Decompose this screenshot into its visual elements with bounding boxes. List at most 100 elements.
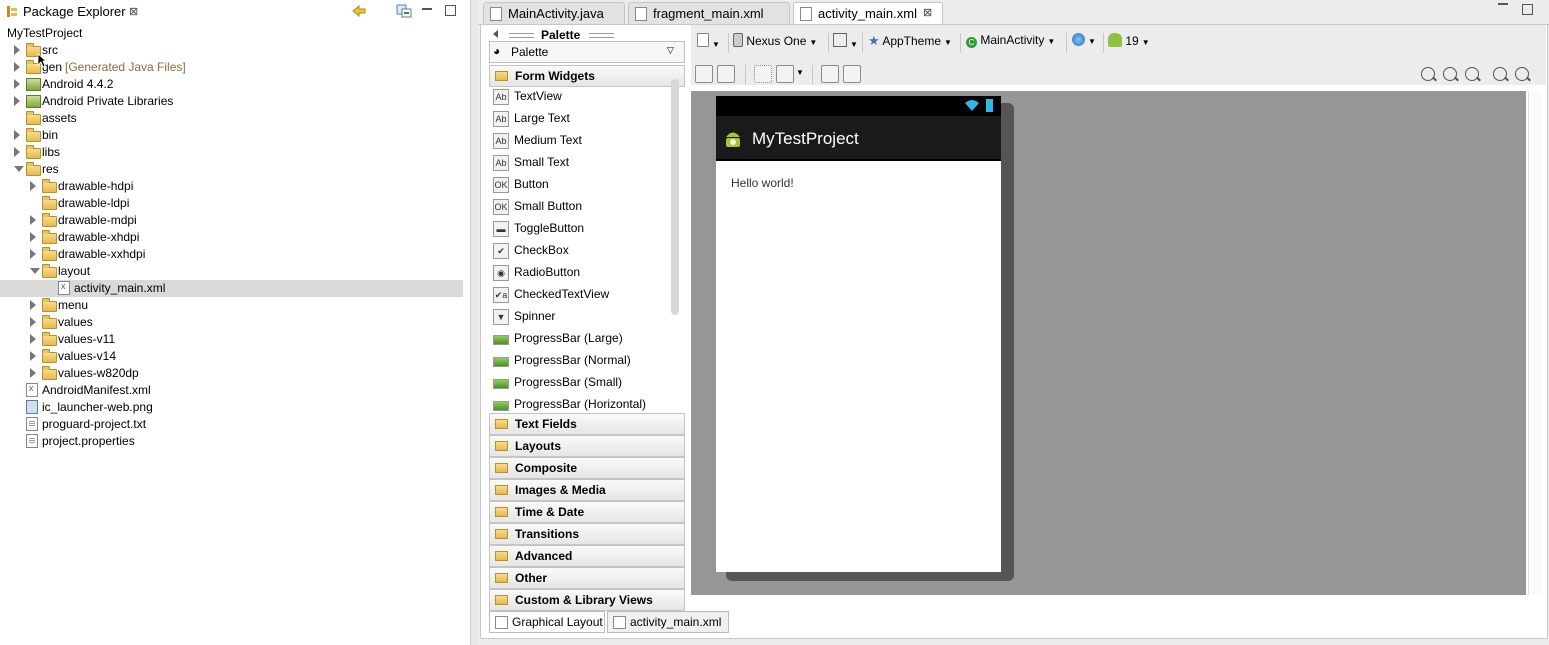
zoom-actual-icon[interactable] (1465, 67, 1479, 81)
tree-item[interactable]: Android Private Libraries (0, 93, 463, 110)
back-arrow-icon[interactable] (350, 3, 368, 19)
distribute-weights-icon[interactable] (776, 65, 794, 83)
palette-item[interactable]: ▬ ToggleButton (491, 218, 671, 240)
tree-item[interactable]: values-v14 (0, 348, 463, 365)
tree-item[interactable]: ic_launcher-web.png (0, 399, 463, 416)
minimize-icon[interactable] (1498, 3, 1508, 7)
tab-activity-main-xml[interactable]: activity_main.xml ⊠ (793, 2, 943, 25)
palette-item[interactable]: Ab Medium Text (491, 130, 671, 152)
device-dropdown[interactable]: Nexus One ▼ (733, 33, 817, 53)
palette-item[interactable]: ◉ RadioButton (491, 262, 671, 284)
palette-item[interactable]: OK Button (491, 174, 671, 196)
tree-item[interactable]: proguard-project.txt (0, 416, 463, 433)
tree-item[interactable]: drawable-ldpi (0, 195, 463, 212)
toggle-fill-width-icon[interactable] (695, 65, 713, 83)
zoom-emulate-icon[interactable] (1443, 67, 1457, 81)
collapsed-arrow-icon[interactable] (30, 334, 36, 344)
tree-item[interactable]: libs (0, 144, 463, 161)
tree-item[interactable]: activity_main.xml (0, 280, 463, 297)
collapsed-arrow-icon[interactable] (30, 249, 36, 259)
close-icon[interactable]: ⊠ (923, 6, 932, 19)
tree-item[interactable]: assets (0, 110, 463, 127)
tree-item[interactable]: drawable-xxhdpi (0, 246, 463, 263)
palette-item[interactable]: ProgressBar (Large) (491, 328, 671, 350)
hello-textview[interactable]: Hello world! (731, 176, 794, 190)
tab-graphical-layout[interactable]: Graphical Layout (489, 611, 605, 633)
expanded-arrow-icon[interactable] (30, 268, 40, 274)
orientation-dropdown[interactable]: ▼ (833, 33, 858, 53)
tree-item[interactable]: layout (0, 263, 463, 280)
palette-category[interactable]: Layouts (489, 435, 685, 457)
baseline-icon[interactable] (821, 65, 839, 83)
tree-item[interactable]: project.properties (0, 433, 463, 450)
palette-category[interactable]: Advanced (489, 545, 685, 567)
locale-dropdown[interactable]: ▼ (1072, 33, 1096, 53)
theme-dropdown[interactable]: ★ AppTheme ▼ (868, 33, 952, 53)
tree-item[interactable]: AndroidManifest.xml (0, 382, 463, 399)
maximize-icon[interactable] (445, 5, 456, 16)
link-with-editor-icon[interactable] (395, 3, 413, 19)
layout-canvas[interactable]: MyTestProject Hello world! (691, 91, 1526, 595)
toggle-fill-height-icon[interactable] (717, 65, 735, 83)
chevron-down-icon[interactable]: ▼ (796, 68, 804, 77)
tree-item[interactable]: values-v11 (0, 331, 463, 348)
palette-item[interactable]: ProgressBar (Normal) (491, 350, 671, 372)
tree-item[interactable]: values-w820dp (0, 365, 463, 382)
collapsed-arrow-icon[interactable] (14, 62, 20, 72)
activity-dropdown[interactable]: C MainActivity ▼ (966, 33, 1055, 53)
tab-xml-source[interactable]: activity_main.xml (607, 611, 729, 633)
tab-mainactivity-java[interactable]: MainActivity.java (483, 2, 625, 24)
collapsed-arrow-icon[interactable] (14, 96, 20, 106)
palette-item[interactable]: ✔ CheckBox (491, 240, 671, 262)
tree-item[interactable]: gen [Generated Java Files] (0, 59, 463, 76)
collapsed-arrow-icon[interactable] (30, 181, 36, 191)
palette-category[interactable]: Text Fields (489, 413, 685, 435)
tree-item[interactable]: Android 4.4.2 (0, 76, 463, 93)
zoom-in-icon[interactable] (1515, 67, 1529, 81)
collapsed-arrow-icon[interactable] (14, 45, 20, 55)
tree-item[interactable]: bin (0, 127, 463, 144)
palette-item[interactable]: Ab Large Text (491, 108, 671, 130)
center-icon[interactable] (843, 65, 861, 83)
palette-item[interactable]: ▼ Spinner (491, 306, 671, 328)
zoom-out-icon[interactable] (1493, 67, 1507, 81)
palette-category[interactable]: Composite (489, 457, 685, 479)
collapsed-arrow-icon[interactable] (30, 351, 36, 361)
palette-item[interactable]: ✔a CheckedTextView (491, 284, 671, 306)
palette-category-form-widgets[interactable]: Form Widgets (489, 65, 685, 87)
margins-icon[interactable] (754, 65, 772, 83)
canvas-scrollbar[interactable] (1528, 91, 1541, 595)
collapsed-arrow-icon[interactable] (14, 79, 20, 89)
collapsed-arrow-icon[interactable] (30, 300, 36, 310)
collapsed-arrow-icon[interactable] (30, 232, 36, 242)
collapsed-arrow-icon[interactable] (14, 147, 20, 157)
palette-item[interactable]: Ab TextView (491, 86, 671, 108)
collapsed-arrow-icon[interactable] (30, 317, 36, 327)
palette-category[interactable]: Other (489, 567, 685, 589)
palette-scrollbar[interactable] (671, 79, 679, 315)
tree-item[interactable]: src (0, 42, 463, 59)
project-root[interactable]: MyTestProject (7, 26, 82, 40)
maximize-icon[interactable] (1522, 4, 1533, 15)
collapsed-arrow-icon[interactable] (30, 215, 36, 225)
palette-category[interactable]: Transitions (489, 523, 685, 545)
collapse-arrow-icon[interactable] (493, 30, 498, 38)
collapsed-arrow-icon[interactable] (30, 368, 36, 378)
layout-config-dropdown[interactable]: ▼ (697, 33, 720, 53)
palette-category[interactable]: Images & Media (489, 479, 685, 501)
palette-item[interactable]: Ab Small Text (491, 152, 671, 174)
tree-item[interactable]: drawable-mdpi (0, 212, 463, 229)
palette-category[interactable]: Time & Date (489, 501, 685, 523)
expanded-arrow-icon[interactable] (14, 166, 24, 172)
close-icon[interactable]: ⊠ (129, 5, 138, 18)
device-preview[interactable]: MyTestProject Hello world! (716, 96, 1001, 572)
tree-item[interactable]: drawable-xhdpi (0, 229, 463, 246)
tab-fragment-main-xml[interactable]: fragment_main.xml (628, 2, 790, 24)
palette-category[interactable]: Custom & Library Views (489, 589, 685, 611)
api-level-dropdown[interactable]: 19 ▼ (1108, 33, 1150, 53)
palette-item[interactable]: ProgressBar (Small) (491, 372, 671, 394)
palette-mode-dropdown[interactable]: ◕ Palette ▽ (489, 41, 685, 63)
tree-item[interactable]: menu (0, 297, 463, 314)
tree-item[interactable]: res (0, 161, 463, 178)
tree-item[interactable]: drawable-hdpi (0, 178, 463, 195)
